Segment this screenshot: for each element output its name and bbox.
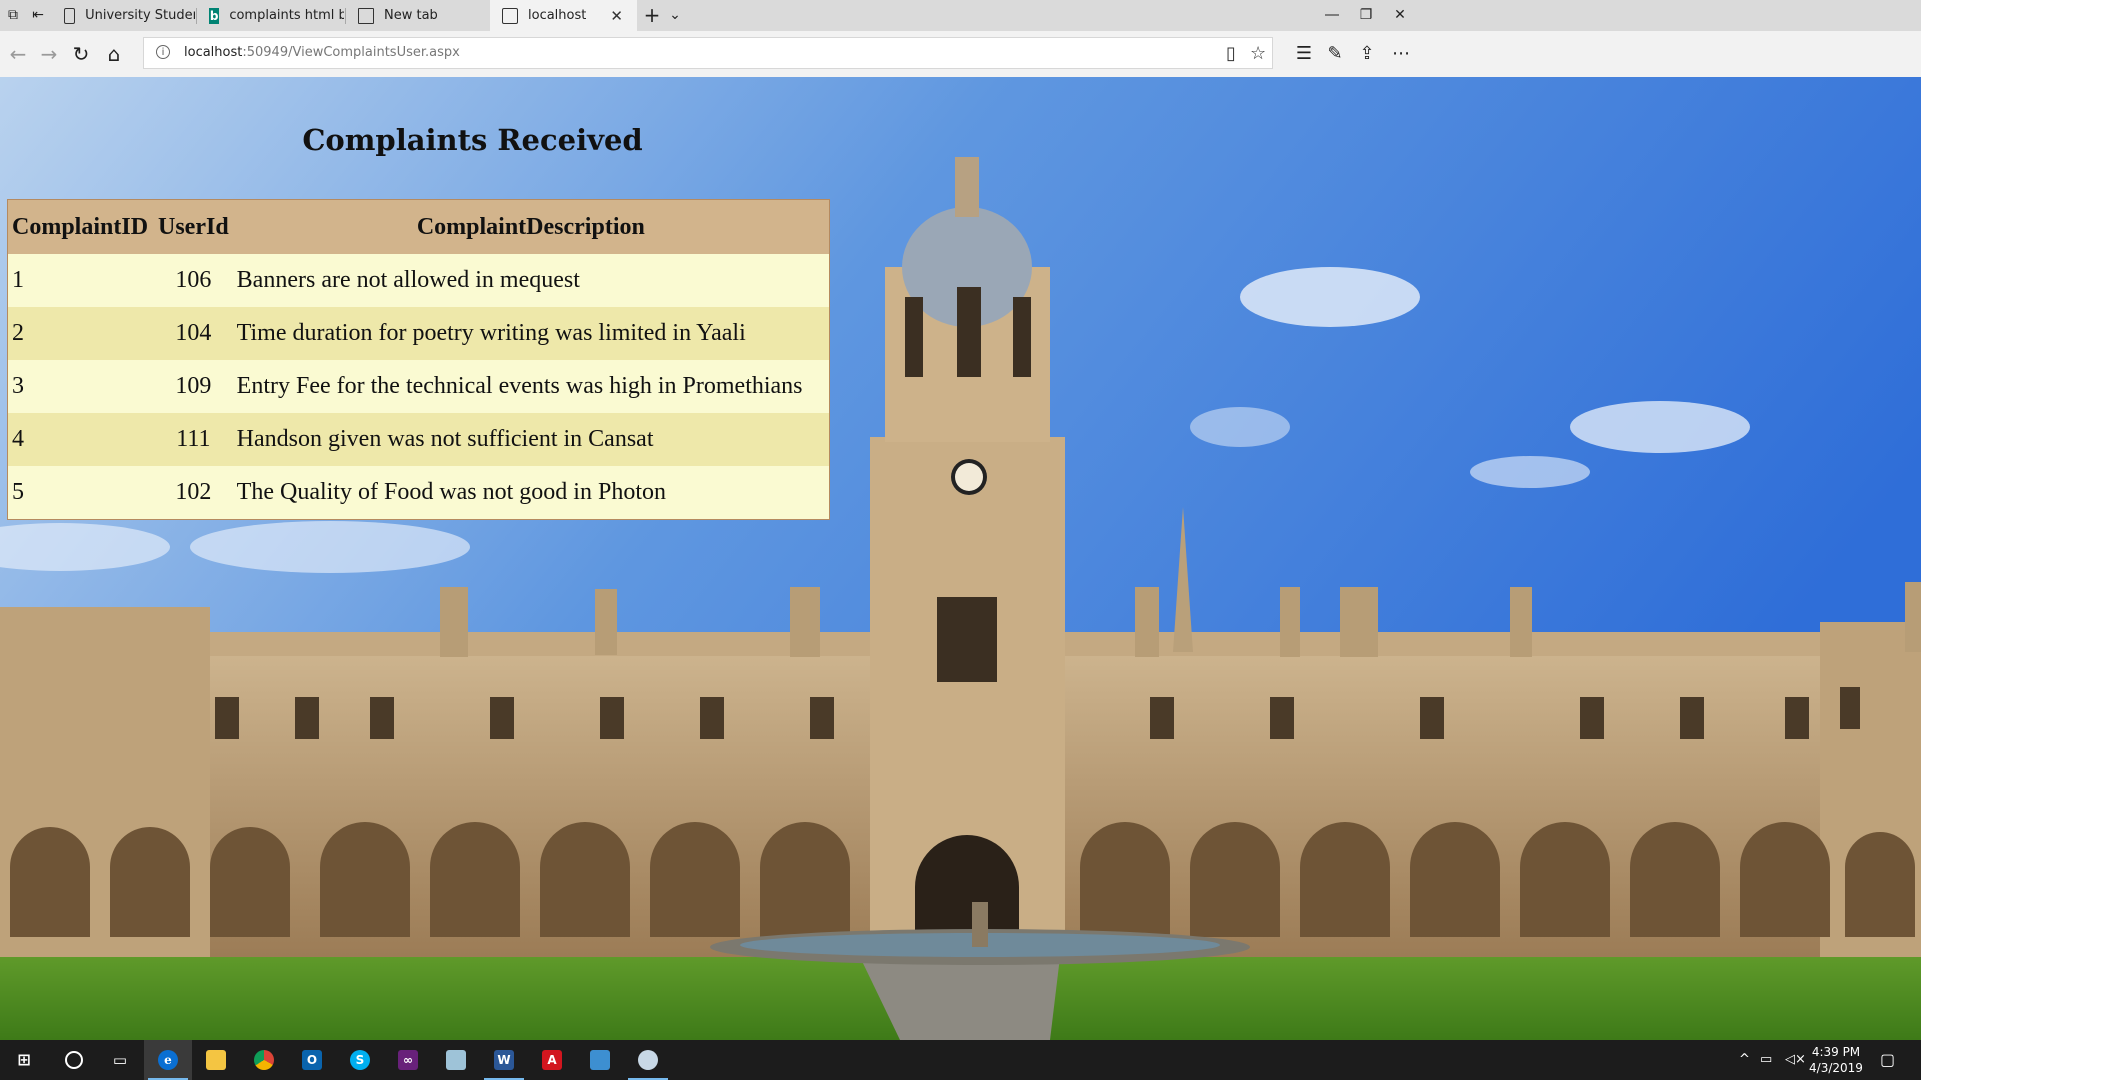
cell-user-id: 109 xyxy=(154,360,233,413)
column-header-complaint-description[interactable]: ComplaintDescription xyxy=(232,199,830,254)
address-bar[interactable]: i localhost:50949/ViewComplaintsUser.asp… xyxy=(143,37,1273,69)
taskbar-edge[interactable]: e xyxy=(144,1040,192,1080)
table-header-row: ComplaintID UserId ComplaintDescription xyxy=(7,199,830,254)
taskbar-file-explorer[interactable] xyxy=(192,1040,240,1080)
task-view-button[interactable]: ▭ xyxy=(96,1040,144,1080)
taskbar-notepad[interactable] xyxy=(432,1040,480,1080)
page-content: Complaints Received ComplaintID UserId C… xyxy=(0,77,1921,1040)
tabs-aside-icon[interactable]: ⧉ xyxy=(4,6,22,24)
taskbar-skype[interactable]: S xyxy=(336,1040,384,1080)
site-info-icon[interactable]: i xyxy=(156,45,170,59)
url-path: :50949/ViewComplaintsUser.aspx xyxy=(242,45,460,60)
tab-new-tab[interactable]: New tab xyxy=(346,0,489,31)
table-row: 4 111 Handson given was not sufficient i… xyxy=(7,413,830,466)
visual-studio-icon: ∞ xyxy=(398,1050,418,1070)
skype-icon: S xyxy=(350,1050,370,1070)
url-text[interactable]: localhost:50949/ViewComplaintsUser.aspx xyxy=(184,45,460,60)
column-header-complaint-id[interactable]: ComplaintID xyxy=(7,199,154,254)
cell-complaint-description: Banners are not allowed in mequest xyxy=(232,254,830,307)
remote-desktop-icon xyxy=(590,1050,610,1070)
taskbar-acrobat[interactable]: A xyxy=(528,1040,576,1080)
share-icon[interactable]: ⇪ xyxy=(1355,42,1379,66)
word-icon: W xyxy=(494,1050,514,1070)
screen: ⧉ ⇤ University Students Union b complain… xyxy=(0,0,1921,1080)
new-tab-plus-icon[interactable]: + xyxy=(643,5,661,25)
clock-date: 4/3/2019 xyxy=(1809,1061,1863,1075)
chrome-icon xyxy=(254,1050,274,1070)
table-row: 3 109 Entry Fee for the technical events… xyxy=(7,360,830,413)
favorite-star-icon[interactable]: ☆ xyxy=(1250,43,1266,64)
volume-muted-icon[interactable]: ◁× xyxy=(1785,1040,1806,1080)
taskbar-chrome[interactable] xyxy=(240,1040,288,1080)
tab-university-students-union[interactable]: University Students Union xyxy=(52,0,195,31)
chevron-down-icon[interactable]: ⌄ xyxy=(666,6,684,24)
taskbar-visual-studio[interactable]: ∞ xyxy=(384,1040,432,1080)
page-title: Complaints Received xyxy=(302,123,643,158)
favorites-list-icon[interactable]: ☰ xyxy=(1292,42,1316,66)
taskbar-outlook[interactable]: O xyxy=(288,1040,336,1080)
clock-time: 4:39 PM xyxy=(1811,1045,1861,1059)
cell-complaint-description: The Quality of Food was not good in Phot… xyxy=(232,466,830,520)
windows-logo-icon: ⊞ xyxy=(17,1050,31,1069)
cell-complaint-id: 1 xyxy=(7,254,154,307)
reading-view-icon[interactable]: ▯ xyxy=(1226,43,1236,64)
cell-user-id: 106 xyxy=(154,254,233,307)
cell-complaint-description: Handson given was not sufficient in Cans… xyxy=(232,413,830,466)
network-icon[interactable]: ▭ xyxy=(1760,1040,1772,1080)
table-row: 5 102 The Quality of Food was not good i… xyxy=(7,466,830,520)
cell-complaint-description: Entry Fee for the technical events was h… xyxy=(232,360,830,413)
back-arrow-icon[interactable]: ← xyxy=(6,42,30,66)
complaints-table: ComplaintID UserId ComplaintDescription … xyxy=(7,199,830,520)
bing-icon: b xyxy=(209,7,220,24)
show-tabs-icon[interactable]: ⇤ xyxy=(29,6,47,24)
more-options-icon[interactable]: ⋯ xyxy=(1389,42,1413,66)
table-row: 1 106 Banners are not allowed in mequest xyxy=(7,254,830,307)
close-window-button[interactable]: ✕ xyxy=(1377,0,1423,31)
start-button[interactable]: ⊞ xyxy=(0,1040,48,1080)
web-note-pen-icon[interactable]: ✎ xyxy=(1323,42,1347,66)
taskbar-snipping-tool[interactable] xyxy=(624,1040,672,1080)
refresh-icon[interactable]: ↻ xyxy=(69,42,93,66)
acrobat-icon: A xyxy=(542,1050,562,1070)
cortana-button[interactable] xyxy=(48,1040,96,1080)
cell-complaint-id: 2 xyxy=(7,307,154,360)
tab-localhost[interactable]: localhost ✕ xyxy=(490,0,637,31)
windows-taskbar: ⊞ ▭ e O S ∞ W A ^ ▭ ◁× 4:39 PM 4/3/2019 … xyxy=(0,1040,1921,1080)
new-tab-page-icon xyxy=(358,7,374,24)
show-hidden-icons-chevron-up-icon[interactable]: ^ xyxy=(1739,1040,1750,1080)
cell-complaint-id: 4 xyxy=(7,413,154,466)
taskbar-remote-desktop[interactable] xyxy=(576,1040,624,1080)
file-explorer-icon xyxy=(206,1050,226,1070)
home-icon[interactable]: ⌂ xyxy=(102,42,126,66)
notepad-icon xyxy=(446,1050,466,1070)
page-icon xyxy=(502,7,518,24)
system-clock[interactable]: 4:39 PM 4/3/2019 xyxy=(1806,1044,1866,1076)
action-center-icon[interactable]: ▢ xyxy=(1880,1040,1895,1080)
navigation-bar: ← → ↻ ⌂ i localhost:50949/ViewComplaints… xyxy=(0,31,1921,77)
snipping-tool-icon xyxy=(638,1050,658,1070)
outlook-icon: O xyxy=(302,1050,322,1070)
taskbar-word[interactable]: W xyxy=(480,1040,528,1080)
column-header-user-id[interactable]: UserId xyxy=(154,199,233,254)
cell-user-id: 102 xyxy=(154,466,233,520)
cell-complaint-id: 5 xyxy=(7,466,154,520)
task-view-icon: ▭ xyxy=(112,1051,128,1069)
edge-icon: e xyxy=(158,1050,178,1070)
table-row: 2 104 Time duration for poetry writing w… xyxy=(7,307,830,360)
url-host: localhost xyxy=(184,45,243,60)
page-icon xyxy=(64,7,76,24)
cell-user-id: 111 xyxy=(154,413,233,466)
close-tab-icon[interactable]: ✕ xyxy=(610,7,623,25)
cell-complaint-id: 3 xyxy=(7,360,154,413)
cortana-circle-icon xyxy=(65,1051,83,1069)
cell-complaint-description: Time duration for poetry writing was lim… xyxy=(232,307,830,360)
tab-bar: ⧉ ⇤ University Students Union b complain… xyxy=(0,0,1921,31)
forward-arrow-icon[interactable]: → xyxy=(37,42,61,66)
tab-complaints-html-background[interactable]: b complaints html backgroun xyxy=(197,0,344,31)
cell-user-id: 104 xyxy=(154,307,233,360)
